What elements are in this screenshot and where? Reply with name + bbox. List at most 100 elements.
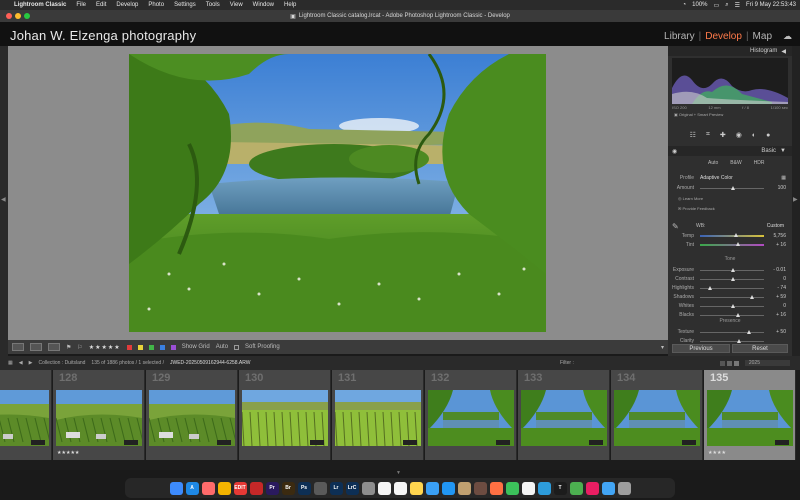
collapse-right-panel-icon[interactable]: ▶ bbox=[793, 196, 798, 203]
trash-icon[interactable] bbox=[617, 481, 631, 495]
notes-icon[interactable] bbox=[409, 481, 423, 495]
crop-icon[interactable]: ⌗ bbox=[706, 131, 710, 139]
module-library[interactable]: Library bbox=[664, 31, 695, 42]
filmstrip-cell[interactable]: ★★★★★ bbox=[0, 370, 52, 460]
photo-canvas[interactable] bbox=[8, 46, 668, 340]
tone-slider-knob[interactable] bbox=[736, 312, 740, 317]
reset-button[interactable]: Reset bbox=[732, 344, 788, 353]
rating-stars[interactable]: ★★★★★ bbox=[89, 344, 121, 351]
mail-icon[interactable] bbox=[441, 481, 455, 495]
filmstrip-cell[interactable]: 131 bbox=[332, 370, 424, 460]
wifi-icon[interactable]: ◔ bbox=[683, 2, 687, 8]
tone-slider[interactable] bbox=[700, 303, 764, 308]
filmstrip-thumbnail[interactable] bbox=[707, 390, 793, 446]
tone-slider-knob[interactable] bbox=[708, 285, 712, 290]
minimize-window-button[interactable] bbox=[15, 13, 21, 19]
previous-button[interactable]: Previous bbox=[672, 344, 730, 353]
toolbar-menu-chevron-icon[interactable]: ▾ bbox=[661, 344, 668, 351]
temp-slider[interactable] bbox=[700, 233, 764, 237]
premiere-icon[interactable]: Pr bbox=[265, 481, 279, 495]
soft-proofing-checkbox[interactable] bbox=[234, 344, 240, 350]
presence-slider-knob[interactable] bbox=[737, 338, 741, 343]
filmstrip-cell[interactable]: 135 ★★★★ bbox=[704, 370, 796, 460]
filmstrip-cell[interactable]: 133 bbox=[518, 370, 610, 460]
filmstrip-collapse-icon[interactable]: ▼ bbox=[396, 470, 401, 476]
loupe-view-button[interactable] bbox=[12, 343, 24, 351]
label-blue[interactable] bbox=[159, 344, 165, 350]
learn-more-link[interactable]: ◎ Learn More bbox=[678, 196, 703, 201]
bw-button[interactable]: B&W bbox=[730, 160, 741, 166]
presence-slider[interactable] bbox=[700, 338, 764, 343]
bridge-icon[interactable]: Br bbox=[281, 481, 295, 495]
preview-checkbox-icon[interactable]: ▣ bbox=[674, 112, 678, 117]
filter-swatches[interactable] bbox=[719, 360, 739, 366]
photoshop-icon[interactable]: Ps bbox=[297, 481, 311, 495]
messages-icon[interactable] bbox=[505, 481, 519, 495]
settings-icon[interactable] bbox=[361, 481, 375, 495]
basic-collapse-icon[interactable]: ▼ bbox=[780, 148, 786, 154]
filmstrip-thumbnail[interactable] bbox=[428, 390, 514, 446]
close-window-button[interactable] bbox=[6, 13, 12, 19]
wb-dropdown[interactable]: Custom bbox=[767, 223, 792, 229]
module-map[interactable]: Map bbox=[753, 31, 772, 42]
menu-settings[interactable]: Settings bbox=[174, 2, 196, 8]
music-icon[interactable] bbox=[585, 481, 599, 495]
menu-view[interactable]: View bbox=[230, 2, 243, 8]
calendar-icon[interactable] bbox=[377, 481, 391, 495]
chrome-icon[interactable] bbox=[521, 481, 535, 495]
twitterrific-icon[interactable] bbox=[425, 481, 439, 495]
safari-icon[interactable] bbox=[537, 481, 551, 495]
tone-slider-knob[interactable] bbox=[750, 294, 754, 299]
lightroom-classic-icon[interactable]: LrC bbox=[345, 481, 359, 495]
hdr-button[interactable]: HDR bbox=[754, 160, 765, 166]
feedback-link[interactable]: ✉ Provide Feedback bbox=[678, 206, 715, 211]
profile-dropdown[interactable]: Adaptive Color bbox=[700, 175, 733, 181]
tone-slider[interactable] bbox=[700, 294, 764, 299]
app-store-icon[interactable]: A bbox=[185, 481, 199, 495]
filter-year-dropdown[interactable]: 2025 bbox=[744, 360, 790, 366]
search-icon[interactable]: ⌕ bbox=[725, 2, 728, 9]
filmstrip-cell[interactable]: 129 bbox=[146, 370, 238, 460]
before-after-mode-button[interactable] bbox=[48, 343, 60, 351]
presets-icon[interactable]: ● bbox=[766, 132, 770, 139]
flag-icon[interactable]: ⚑ bbox=[66, 344, 71, 351]
filmstrip-thumbnail[interactable] bbox=[56, 390, 142, 446]
expand-left-panel-icon[interactable]: ◀ bbox=[1, 196, 6, 203]
module-develop[interactable]: Develop bbox=[705, 31, 742, 42]
filmstrip-thumbnail[interactable] bbox=[242, 390, 328, 446]
edit-icon[interactable]: EDIT bbox=[233, 481, 247, 495]
tone-value[interactable]: - 0.01 bbox=[773, 267, 792, 273]
basic-eye-icon[interactable]: ◉ bbox=[672, 148, 677, 155]
filmstrip-thumbnail[interactable] bbox=[0, 390, 49, 446]
masking-icon[interactable]: ◐ bbox=[752, 132, 756, 139]
amount-slider[interactable] bbox=[700, 185, 764, 190]
tone-slider[interactable] bbox=[700, 312, 764, 317]
finder-icon[interactable] bbox=[169, 481, 183, 495]
menu-develop[interactable]: Develop bbox=[116, 2, 138, 8]
temp-value[interactable]: 5,756 bbox=[773, 233, 792, 239]
menu-photo[interactable]: Photo bbox=[148, 2, 164, 8]
filmstrip-thumbnail[interactable] bbox=[614, 390, 700, 446]
photos-icon[interactable] bbox=[217, 481, 231, 495]
right-panel-edge[interactable]: ▶ bbox=[792, 46, 800, 356]
filmstrip-back-icon[interactable]: ◀ bbox=[19, 360, 23, 366]
menu-file[interactable]: File bbox=[76, 2, 86, 8]
selected-filename[interactable]: JWED-20250509162944-6258.ARW bbox=[170, 360, 251, 366]
clock[interactable]: Fri 9 May 22:53:43 bbox=[746, 2, 796, 8]
menu-window[interactable]: Window bbox=[253, 2, 274, 8]
presence-value[interactable]: + 50 bbox=[776, 329, 792, 335]
tone-value[interactable]: 0 bbox=[783, 276, 792, 282]
tone-value[interactable]: - 74 bbox=[777, 285, 792, 291]
filmstrip[interactable]: ★★★★★ 128 ★★★★★ 129 130 131 132 133 134 135 ★★★★ bbox=[0, 370, 800, 470]
menu-edit[interactable]: Edit bbox=[96, 2, 106, 8]
filmstrip-cell[interactable]: 134 bbox=[611, 370, 703, 460]
reject-flag-icon[interactable]: ⚐ bbox=[77, 344, 82, 351]
files-icon[interactable] bbox=[473, 481, 487, 495]
presence-slider-knob[interactable] bbox=[747, 329, 751, 334]
reminders-icon[interactable] bbox=[393, 481, 407, 495]
tone-value[interactable]: 0 bbox=[783, 303, 792, 309]
amount-value[interactable]: 100 bbox=[778, 185, 792, 191]
filmstrip-thumbnail[interactable] bbox=[521, 390, 607, 446]
histogram-header[interactable]: Histogram ◀ bbox=[668, 46, 792, 56]
activity-icon[interactable] bbox=[569, 481, 583, 495]
